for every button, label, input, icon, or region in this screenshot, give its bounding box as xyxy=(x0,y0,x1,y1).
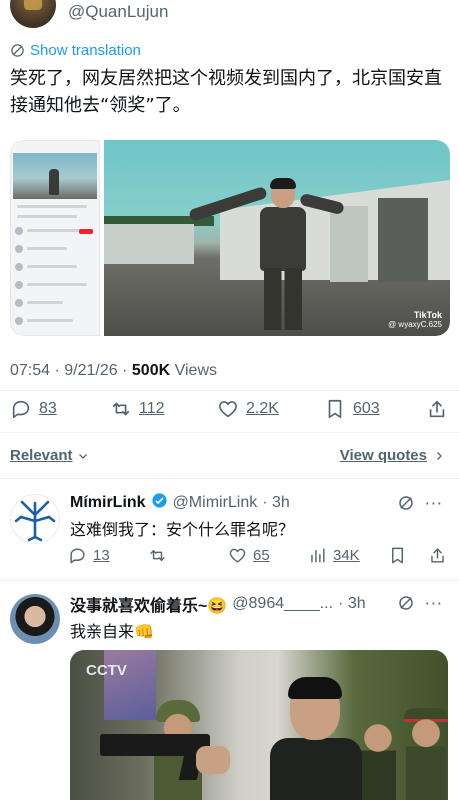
phone-video-thumb xyxy=(13,153,97,199)
share-icon xyxy=(431,548,444,563)
heart-icon xyxy=(229,548,246,563)
reply-reply-count: 13 xyxy=(93,547,110,564)
views-label: Views xyxy=(174,362,217,379)
meta-separator: · xyxy=(54,362,60,379)
video-person xyxy=(254,178,310,330)
repost-icon xyxy=(150,550,165,561)
reply-photo[interactable]: CCTV xyxy=(70,650,448,800)
tweet-media[interactable]: TikTok @ wyaxyC.625 xyxy=(10,140,450,336)
reply-time[interactable]: · 3h xyxy=(262,494,290,512)
repost-count: 112 xyxy=(139,400,165,417)
reply-like-count: 65 xyxy=(253,547,270,564)
show-translation-label: Show translation xyxy=(30,42,141,59)
tweet-time[interactable]: 07:54 xyxy=(10,362,50,379)
tiktok-watermark: TikTok @ wyaxyC.625 xyxy=(388,310,442,329)
view-quotes-link[interactable]: View quotes xyxy=(340,447,445,464)
analytics-icon xyxy=(311,548,325,563)
reply-author-handle[interactable]: @MimirLink xyxy=(173,494,258,512)
reply-icon xyxy=(12,400,30,419)
reply-reply-button[interactable]: 13 xyxy=(68,546,110,565)
author-avatar[interactable] xyxy=(10,0,56,28)
reply-actions: 13 65 34K xyxy=(70,546,450,570)
show-translation-link[interactable]: Show translation xyxy=(10,42,141,59)
tweet-text: 笑死了，网友居然把这个视频发到国内了，北京国安直接通知他去“领奖”了。 xyxy=(10,68,442,116)
more-options-icon[interactable]: ··· xyxy=(425,494,443,513)
author-handle[interactable]: @QuanLujun xyxy=(68,2,168,22)
reply-author-name[interactable]: 没事就喜欢偷着乐~😆 xyxy=(70,592,227,616)
cctv-watermark: CCTV xyxy=(86,662,127,679)
grok-icon[interactable] xyxy=(397,494,415,512)
chevron-down-icon xyxy=(78,453,87,459)
share-button[interactable] xyxy=(426,398,448,420)
reply-button[interactable]: 83 xyxy=(10,398,57,420)
bookmark-count: 603 xyxy=(353,400,380,417)
photo-person xyxy=(270,677,362,800)
sort-label: Relevant xyxy=(10,447,73,464)
views-count: 500K xyxy=(131,362,171,379)
reply-like-button[interactable]: 65 xyxy=(228,546,270,565)
tweet-meta: 07:54 · 9/21/26 · 500K Views xyxy=(10,362,217,380)
sort-relevant-dropdown[interactable]: Relevant xyxy=(10,447,89,464)
reply-text: 这难倒我了：安个什么罪名呢？ xyxy=(70,520,295,539)
bookmark-icon xyxy=(392,547,403,564)
bookmark-button[interactable]: 603 xyxy=(324,398,380,420)
reply-text: 我亲自来👊 xyxy=(70,622,154,641)
bookmark-icon xyxy=(328,399,342,419)
heart-icon xyxy=(218,401,238,418)
reply-avatar[interactable] xyxy=(10,494,60,544)
reply-share-button[interactable] xyxy=(428,546,447,565)
repost-button[interactable]: 112 xyxy=(110,398,165,420)
reply-views-button[interactable]: 34K xyxy=(308,546,360,565)
translate-icon xyxy=(11,44,24,57)
share-icon xyxy=(429,400,445,418)
reply-time[interactable]: · 3h xyxy=(338,595,366,613)
like-count: 2.2K xyxy=(246,400,279,417)
reply-count: 83 xyxy=(39,400,57,417)
view-quotes-label: View quotes xyxy=(339,447,427,464)
reply-author-name[interactable]: MímirLink xyxy=(70,494,146,512)
reply-bookmark-button[interactable] xyxy=(388,546,407,565)
grok-icon[interactable] xyxy=(397,594,415,612)
more-options-icon[interactable]: ··· xyxy=(425,594,443,613)
tweet-date[interactable]: 9/21/26 xyxy=(64,362,117,379)
mimir-tree-logo-icon xyxy=(14,500,56,542)
reply-views-count: 34K xyxy=(333,547,360,564)
reply-repost-button[interactable] xyxy=(148,546,167,565)
chevron-right-icon xyxy=(437,451,442,460)
tweet-actions: 83 112 2.2K 603 xyxy=(10,398,450,424)
media-thumbnail-phone-screenshot[interactable] xyxy=(10,140,100,336)
repost-icon xyxy=(112,402,130,416)
verified-badge-icon xyxy=(151,492,168,514)
like-button[interactable]: 2.2K xyxy=(217,398,279,420)
reply-header: 没事就喜欢偷着乐~😆 @8964____... · 3h xyxy=(70,592,366,616)
meta-separator-2: · xyxy=(122,362,128,379)
reply-header: MímirLink @MimirLink · 3h xyxy=(70,492,290,514)
media-video-still[interactable]: TikTok @ wyaxyC.625 xyxy=(104,140,450,336)
reply-author-handle[interactable]: @8964____... xyxy=(232,595,333,613)
reply-icon xyxy=(70,548,85,564)
reply-avatar[interactable] xyxy=(10,594,60,644)
